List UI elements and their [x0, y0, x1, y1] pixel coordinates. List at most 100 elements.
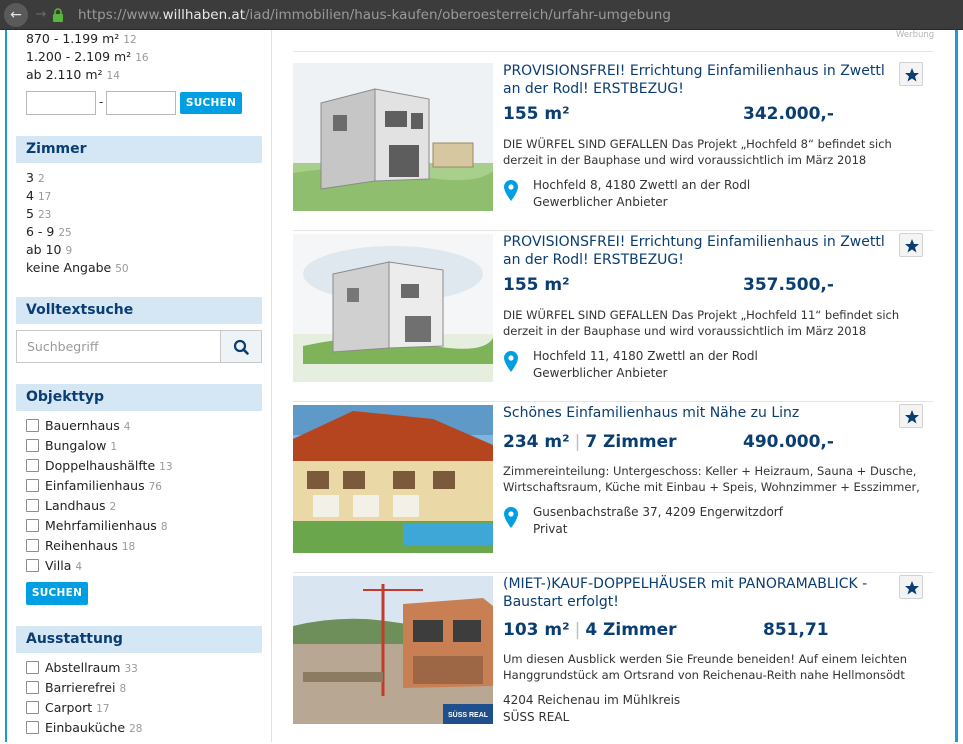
listing-area: 103 m²	[503, 620, 570, 640]
object-type-option[interactable]: Einfamilienhaus 76	[26, 477, 162, 495]
map-pin-icon	[504, 180, 518, 201]
browser-toolbar: ← → https://www.willhaben.at/iad/immobil…	[0, 0, 963, 30]
checkbox[interactable]	[26, 559, 39, 572]
favorite-button[interactable]	[899, 404, 923, 428]
feature-option[interactable]: Carport 17	[26, 699, 110, 717]
page-frame	[955, 30, 958, 742]
area-min-input[interactable]	[26, 91, 96, 115]
listing-area: 234 m²	[503, 432, 570, 452]
star-icon	[905, 239, 919, 253]
object-type-option[interactable]: Doppelhaushälfte 13	[26, 457, 173, 475]
listing-results: Werbung PROVISIONSFREI! Errichtung Einfa…	[273, 30, 955, 742]
magnifier-icon	[233, 339, 249, 355]
checkbox[interactable]	[26, 459, 39, 472]
divider: |	[574, 620, 581, 640]
favorite-button[interactable]	[899, 575, 923, 599]
rooms-item[interactable]: 5 23	[26, 205, 51, 223]
listing-address: 4204 Reichenau im Mühlkreis	[503, 693, 681, 707]
checkbox[interactable]	[26, 701, 39, 714]
area-max-input[interactable]	[106, 91, 176, 115]
checkbox[interactable]	[26, 499, 39, 512]
fulltext-section-title[interactable]: Volltextsuche	[16, 297, 262, 324]
area-range-item[interactable]: 870 - 1.199 m² 12	[26, 30, 266, 48]
area-custom-range: - SUCHEN	[17, 91, 271, 115]
object-type-option[interactable]: Villa 4	[26, 557, 82, 575]
listing-price: 490.000,-	[743, 432, 834, 452]
listing-rooms: 4 Zimmer	[585, 620, 677, 640]
listing-card[interactable]: PROVISIONSFREI! Errichtung Einfamilienha…	[293, 60, 933, 231]
listing-image[interactable]	[293, 63, 493, 211]
listing-card[interactable]: SÜSS REAL (MIET-)KAUF-DOPPELHÄUSER mit P…	[293, 573, 933, 744]
fulltext-search-button[interactable]	[220, 330, 262, 363]
checkbox[interactable]	[26, 479, 39, 492]
forward-button[interactable]: →	[33, 6, 49, 24]
page: 870 - 1.199 m² 12 1.200 - 2.109 m² 16 ab 2…	[0, 30, 963, 742]
checkbox[interactable]	[26, 419, 39, 432]
rooms-section-title[interactable]: Zimmer	[16, 136, 262, 163]
checkbox[interactable]	[26, 721, 39, 734]
arrow-left-icon: ←	[10, 7, 22, 23]
area-range-item[interactable]: 1.200 - 2.109 m² 16	[26, 48, 266, 66]
listing-description: Um diesen Ausblick werden Sie Freunde be…	[503, 652, 907, 682]
listing-image[interactable]	[293, 405, 493, 553]
listing-description: Zimmereinteilung: Untergeschoss: Keller …	[503, 464, 920, 494]
lock-icon	[53, 8, 63, 22]
divider: |	[574, 432, 581, 452]
divider	[293, 51, 933, 52]
arrow-right-icon: →	[35, 7, 47, 22]
object-type-option[interactable]: Mehrfamilienhaus 8	[26, 517, 168, 535]
listing-area: 155 m²	[503, 104, 570, 124]
feature-option[interactable]: Barrierefrei 8	[26, 679, 126, 697]
listing-title[interactable]: Schönes Einfamilienhaus mit Nähe zu Linz	[503, 404, 898, 422]
checkbox[interactable]	[26, 439, 39, 452]
features-section-title[interactable]: Ausstattung	[16, 626, 262, 653]
object-type-search-button[interactable]: SUCHEN	[26, 582, 88, 605]
map-pin-icon	[504, 507, 518, 528]
listing-card[interactable]: Schönes Einfamilienhaus mit Nähe zu Linz…	[293, 402, 933, 573]
rooms-item[interactable]: keine Angabe 50	[26, 259, 129, 277]
feature-option[interactable]: Einbauküche 28	[26, 719, 142, 737]
listing-title[interactable]: PROVISIONSFREI! Errichtung Einfamilienha…	[503, 62, 898, 98]
star-icon	[905, 410, 919, 424]
listing-seller: SÜSS REAL	[503, 710, 570, 724]
favorite-button[interactable]	[899, 233, 923, 257]
listing-address: Hochfeld 8, 4180 Zwettl an der Rodl	[533, 178, 751, 192]
rooms-item[interactable]: 4 17	[26, 187, 51, 205]
checkbox[interactable]	[26, 661, 39, 674]
listing-title[interactable]: PROVISIONSFREI! Errichtung Einfamilienha…	[503, 233, 898, 269]
area-range-item[interactable]: ab 2.110 m² 14	[26, 66, 266, 84]
ad-label: Werbung	[896, 30, 935, 40]
object-type-option[interactable]: Reihenhaus 18	[26, 537, 135, 555]
listing-area: 155 m²	[503, 275, 570, 295]
listing-rooms: 7 Zimmer	[585, 432, 677, 452]
listing-seller: Gewerblicher Anbieter	[533, 366, 668, 380]
listing-image[interactable]	[293, 234, 493, 382]
back-button[interactable]: ←	[4, 3, 28, 27]
favorite-button[interactable]	[899, 62, 923, 86]
listing-area-rooms: 103 m² | 4 Zimmer	[503, 620, 677, 640]
object-type-option[interactable]: Bungalow 1	[26, 437, 117, 455]
fulltext-search-input[interactable]: Suchbegriff	[16, 330, 221, 363]
checkbox[interactable]	[26, 519, 39, 532]
listing-title[interactable]: (MIET-)KAUF-DOPPELHÄUSER mit PANORAMABLI…	[503, 575, 898, 611]
fulltext-search: Suchbegriff	[16, 330, 262, 363]
object-type-option[interactable]: Landhaus 2	[26, 497, 116, 515]
rooms-item[interactable]: 32	[26, 169, 45, 187]
range-separator: -	[99, 95, 104, 109]
url-domain: willhaben.at	[162, 7, 245, 23]
checkbox[interactable]	[26, 539, 39, 552]
listing-card[interactable]: PROVISIONSFREI! Errichtung Einfamilienha…	[293, 231, 933, 402]
listing-image[interactable]: SÜSS REAL	[293, 576, 493, 724]
object-type-section-title[interactable]: Objekttyp	[16, 384, 262, 411]
area-search-button[interactable]: SUCHEN	[180, 92, 242, 114]
filter-sidebar: 870 - 1.199 m² 12 1.200 - 2.109 m² 16 ab 2…	[5, 30, 272, 742]
feature-option[interactable]: Abstellraum 33	[26, 659, 138, 677]
rooms-item[interactable]: ab 10 9	[26, 241, 72, 259]
listing-price: 851,71	[763, 620, 829, 640]
url-field[interactable]: https://www.willhaben.at/iad/immobilien/…	[78, 7, 671, 23]
rooms-item[interactable]: 6 - 9 25	[26, 223, 72, 241]
image-watermark: SÜSS REAL	[448, 710, 489, 719]
object-type-option[interactable]: Bauernhaus 4	[26, 417, 130, 435]
area-range-list: 870 - 1.199 m² 12 1.200 - 2.109 m² 16 ab 2…	[16, 30, 266, 84]
checkbox[interactable]	[26, 681, 39, 694]
